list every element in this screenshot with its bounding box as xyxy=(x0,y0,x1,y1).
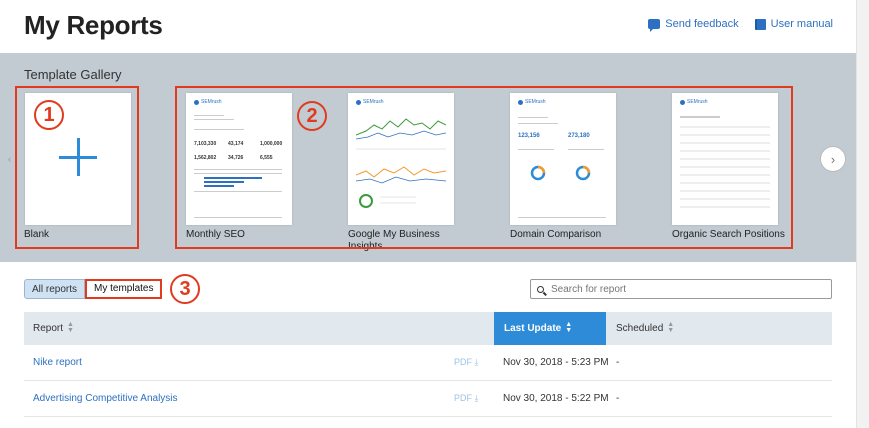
sort-icon: ▲ ▼ xyxy=(67,321,74,335)
column-header-report-label: Report xyxy=(33,323,64,334)
report-name-link[interactable]: Nike report xyxy=(33,345,82,380)
chevron-left-icon: ‹ xyxy=(8,154,11,164)
send-feedback-link[interactable]: Send feedback xyxy=(648,18,739,32)
tab-my-templates[interactable]: My templates xyxy=(85,279,163,299)
gallery-next-button[interactable]: › xyxy=(820,146,846,172)
template-gallery: Template Gallery ‹ Blank SEMrush 7,103,3… xyxy=(0,53,857,262)
scheduled-value: - xyxy=(616,357,620,368)
user-manual-label: User manual xyxy=(770,18,833,30)
annotation-number-3: 3 xyxy=(170,274,200,304)
user-manual-link[interactable]: User manual xyxy=(754,18,833,30)
column-header-last-update-label: Last Update xyxy=(504,323,562,334)
table-header: Report ▲ ▼ Last Update ▲ ▼ Scheduled ▲ ▼ xyxy=(24,312,832,345)
reports-page: My Reports Send feedback User manual Tem… xyxy=(0,0,857,428)
sort-icon: ▲ ▼ xyxy=(565,321,573,335)
report-name-link[interactable]: Advertising Competitive Analysis xyxy=(33,381,178,416)
download-icon: ⤓ xyxy=(474,393,479,403)
tab-all-reports[interactable]: All reports xyxy=(24,279,86,299)
page-title: My Reports xyxy=(24,10,163,40)
download-icon: ⤓ xyxy=(474,357,479,367)
pdf-label: PDF xyxy=(454,393,472,403)
header-links: Send feedback User manual xyxy=(648,18,833,32)
pdf-download-button[interactable]: PDF ⤓ xyxy=(454,381,479,416)
last-update-value: Nov 30, 2018 - 5:23 PM xyxy=(503,357,609,368)
reports-table: Report ▲ ▼ Last Update ▲ ▼ Scheduled ▲ ▼ Nike … xyxy=(24,312,832,417)
book-icon xyxy=(754,18,766,30)
pdf-download-button[interactable]: PDF ⤓ xyxy=(454,345,479,380)
column-header-scheduled[interactable]: Scheduled ▲ ▼ xyxy=(616,312,674,345)
feedback-icon xyxy=(648,19,661,32)
table-row: Advertising Competitive Analysis PDF ⤓ N… xyxy=(24,381,832,417)
gallery-title: Template Gallery xyxy=(24,67,122,82)
pdf-label: PDF xyxy=(454,357,472,367)
sort-icon: ▲ ▼ xyxy=(667,321,675,335)
last-update-value: Nov 30, 2018 - 5:22 PM xyxy=(503,393,609,404)
scheduled-value: - xyxy=(616,393,620,404)
annotation-number-2: 2 xyxy=(297,101,327,131)
report-tabs: All reports My templates xyxy=(24,279,163,299)
column-header-report[interactable]: Report ▲ ▼ xyxy=(33,312,74,345)
page-scrollbar[interactable] xyxy=(856,0,869,428)
send-feedback-label: Send feedback xyxy=(665,18,739,30)
page-header: My Reports Send feedback User manual xyxy=(0,0,857,52)
search-icon xyxy=(537,285,544,293)
annotation-number-1: 1 xyxy=(34,100,64,130)
chevron-right-icon: › xyxy=(830,151,836,167)
column-header-scheduled-label: Scheduled xyxy=(616,323,664,334)
annotation-box-2 xyxy=(175,86,793,249)
table-row: Nike report PDF ⤓ Nov 30, 2018 - 5:23 PM… xyxy=(24,345,832,381)
search-input[interactable] xyxy=(549,282,813,296)
column-header-last-update[interactable]: Last Update ▲ ▼ xyxy=(494,312,606,345)
search-box xyxy=(530,279,832,299)
